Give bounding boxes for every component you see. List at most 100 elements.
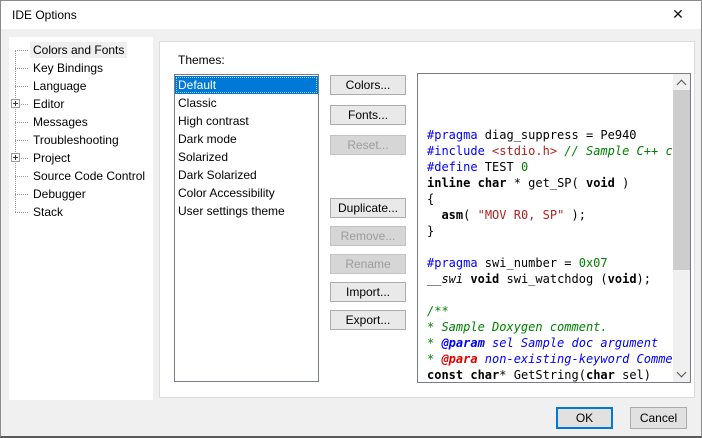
- code-token: char: [586, 368, 615, 382]
- code-token: @param: [441, 336, 484, 350]
- code-token: 0: [521, 160, 528, 174]
- export-button[interactable]: Export...: [330, 310, 406, 330]
- code-token: /**: [427, 304, 449, 318]
- code-token: }: [427, 224, 434, 238]
- code-token: non-existing-keyword Comment: [478, 352, 673, 366]
- colors-button[interactable]: Colors...: [330, 75, 406, 95]
- tree-connector: [15, 68, 28, 69]
- expand-plus-icon[interactable]: [11, 153, 20, 162]
- code-line: #pragma swi_number = 0x07: [427, 255, 673, 271]
- code-line: #define TEST 0: [427, 159, 673, 175]
- tree-item-label: Project: [30, 150, 73, 166]
- cancel-button[interactable]: Cancel: [630, 407, 687, 429]
- code-token: void: [608, 272, 637, 286]
- code-token: *: [427, 352, 441, 366]
- code-line: asm( "MOV R0, SP" );: [427, 207, 673, 223]
- tree-item-label: Debugger: [30, 186, 89, 202]
- code-token: * get_SP(: [507, 176, 586, 190]
- tree-item-label: Source Code Control: [30, 168, 148, 184]
- theme-item-user-settings-theme[interactable]: User settings theme: [175, 202, 318, 220]
- options-category-tree[interactable]: Colors and Fonts Key Bindings Language Edit…: [9, 37, 153, 400]
- theme-item-solarized[interactable]: Solarized: [175, 148, 318, 166]
- tree-item-stack[interactable]: Stack: [9, 203, 153, 221]
- close-icon[interactable]: ✕: [655, 1, 701, 29]
- rename-button[interactable]: Rename: [330, 254, 406, 274]
- code-token: #pragma: [427, 128, 478, 142]
- code-token: "MOV R0, SP": [478, 208, 565, 222]
- tree-item-label: Colors and Fonts: [30, 42, 127, 58]
- plus-bar: [15, 155, 16, 160]
- code-token: * GetString(: [499, 368, 586, 382]
- tree-connector: [15, 194, 28, 195]
- code-line: * @para non-existing-keyword Comment: [427, 351, 673, 367]
- scrollbar[interactable]: [673, 74, 690, 382]
- tree-connector: [15, 122, 28, 123]
- scroll-down-button[interactable]: [673, 365, 690, 382]
- code-preview-pane[interactable]: #pragma diag_suppress = Pe940#include <s…: [417, 73, 691, 383]
- theme-item-dark-solarized[interactable]: Dark Solarized: [175, 166, 318, 184]
- code-token: sel): [615, 368, 651, 382]
- code-token: [427, 208, 441, 222]
- tree-item-source-code-control[interactable]: Source Code Control: [9, 167, 153, 185]
- tree-item-label: Language: [30, 78, 89, 94]
- scroll-thumb[interactable]: [673, 90, 690, 270]
- code-token: {: [427, 192, 434, 206]
- window-title: IDE Options: [12, 1, 77, 29]
- code-token: 0x07: [579, 256, 608, 270]
- code-token: *: [427, 336, 441, 350]
- scroll-up-button[interactable]: [673, 74, 690, 91]
- code-line: __swi void swi_watchdog (void);: [427, 271, 673, 287]
- code-token: char: [470, 368, 499, 382]
- tree-item-colors-and-fonts[interactable]: Colors and Fonts: [9, 41, 153, 59]
- tree-item-messages[interactable]: Messages: [9, 113, 153, 131]
- tree-item-label: Messages: [30, 114, 91, 130]
- tree-connector: [15, 86, 28, 87]
- code-token: #pragma: [427, 256, 478, 270]
- remove-button[interactable]: Remove...: [330, 226, 406, 246]
- code-token: void: [586, 176, 615, 190]
- tree-connector: [15, 212, 28, 213]
- tree-item-label: Editor: [30, 96, 67, 112]
- reset-button[interactable]: Reset...: [330, 135, 406, 155]
- expand-plus-icon[interactable]: [11, 99, 20, 108]
- tree-item-language[interactable]: Language: [9, 77, 153, 95]
- code-token: const: [427, 368, 463, 382]
- colors-and-fonts-page: Themes: DefaultClassicHigh contrastDark …: [159, 41, 695, 398]
- tree-connector: [15, 140, 28, 141]
- tree-item-project[interactable]: Project: [9, 149, 153, 167]
- duplicate-button[interactable]: Duplicate...: [330, 198, 406, 218]
- tree-item-label: Key Bindings: [30, 60, 106, 76]
- fonts-button[interactable]: Fonts...: [330, 105, 406, 125]
- tree-item-troubleshooting[interactable]: Troubleshooting: [9, 131, 153, 149]
- code-line: #pragma diag_suppress = Pe940: [427, 127, 673, 143]
- code-token: [470, 176, 477, 190]
- code-token: char: [478, 176, 507, 190]
- ok-button[interactable]: OK: [556, 407, 613, 429]
- code-token: );: [637, 272, 651, 286]
- tree-item-debugger[interactable]: Debugger: [9, 185, 153, 203]
- code-line: /**: [427, 303, 673, 319]
- code-line: [427, 239, 673, 255]
- code-token: inline: [427, 176, 470, 190]
- theme-item-color-accessibility[interactable]: Color Accessibility: [175, 184, 318, 202]
- code-token: * Sample Doxygen comment.: [427, 320, 608, 334]
- code-token: void: [470, 272, 499, 286]
- chevron-up-icon: [677, 80, 687, 90]
- tree-item-label: Troubleshooting: [30, 132, 122, 148]
- code-line: inline char * get_SP( void ): [427, 175, 673, 191]
- code-token: asm: [441, 208, 463, 222]
- import-button[interactable]: Import...: [330, 282, 406, 302]
- theme-item-default[interactable]: Default: [175, 76, 318, 94]
- code-line: {: [427, 191, 673, 207]
- title-bar[interactable]: IDE Options ✕: [1, 1, 701, 29]
- code-token: swi_watchdog (: [499, 272, 607, 286]
- code-sample: #pragma diag_suppress = Pe940#include <s…: [418, 74, 673, 382]
- themes-listbox[interactable]: DefaultClassicHigh contrastDark modeSola…: [174, 74, 319, 382]
- theme-item-classic[interactable]: Classic: [175, 94, 318, 112]
- code-token: TEST: [478, 160, 521, 174]
- tree-item-key-bindings[interactable]: Key Bindings: [9, 59, 153, 77]
- theme-item-dark-mode[interactable]: Dark mode: [175, 130, 318, 148]
- code-token: );: [564, 208, 586, 222]
- theme-item-high-contrast[interactable]: High contrast: [175, 112, 318, 130]
- tree-item-editor[interactable]: Editor: [9, 95, 153, 113]
